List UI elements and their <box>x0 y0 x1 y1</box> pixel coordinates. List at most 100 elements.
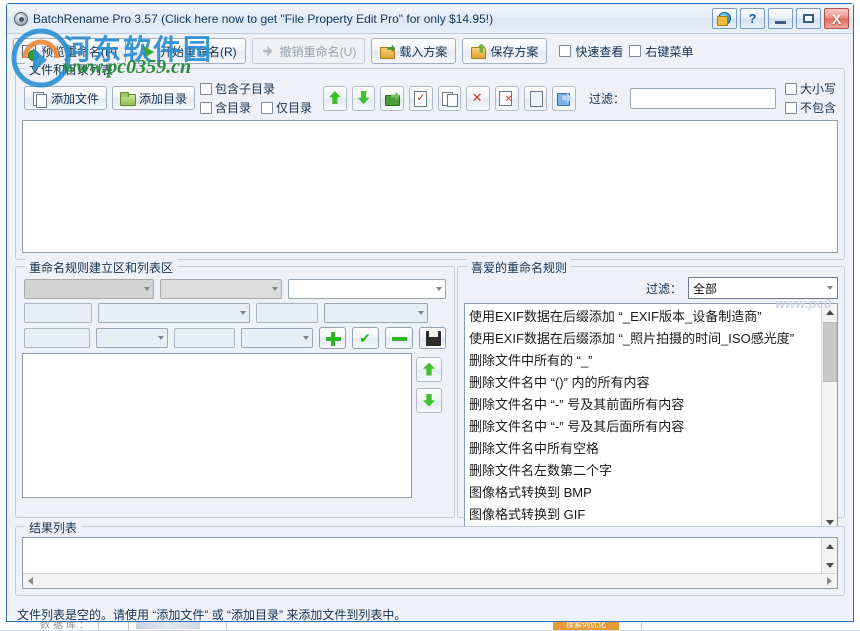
scrollbar-track[interactable] <box>822 320 838 514</box>
title-bar: BatchRename Pro 3.57 (Click here now to … <box>7 4 853 34</box>
add-file-button[interactable]: 添加文件 <box>24 86 107 110</box>
move-down-icon <box>357 91 371 105</box>
remove-button[interactable] <box>466 86 490 111</box>
chevron-down-icon <box>436 287 442 291</box>
help-button[interactable]: ? <box>740 8 765 29</box>
start-rename-button[interactable]: 开始重命名(R) <box>132 38 246 64</box>
globe-button[interactable] <box>712 8 737 29</box>
window-title: BatchRename Pro 3.57 (Click here now to … <box>33 12 493 26</box>
move-rule-up-button[interactable] <box>416 357 442 382</box>
favorite-rule-item[interactable]: 使用EXIF数据在后缀添加 “_EXIF版本_设备制造商” <box>469 306 821 328</box>
copy-button[interactable] <box>438 86 462 111</box>
exclude-checkbox[interactable]: 不包含 <box>785 99 836 116</box>
export-button[interactable] <box>552 86 576 111</box>
favorite-filter-row: 过滤： 全部 <box>464 277 838 303</box>
rule-field-b[interactable] <box>256 303 318 323</box>
scroll-up-button[interactable] <box>822 304 838 320</box>
file-filter-label: 过滤： <box>589 90 625 107</box>
select-all-button[interactable] <box>409 86 433 111</box>
save-scheme-button[interactable]: 保存方案 <box>462 38 547 64</box>
document-button[interactable] <box>524 86 548 111</box>
maximize-button[interactable] <box>796 8 821 29</box>
context-menu-checkbox[interactable]: 右键菜单 <box>629 43 693 60</box>
chevron-down-icon <box>303 336 309 340</box>
undo-rename-button[interactable]: 撤销重命名(U) <box>252 38 366 64</box>
checkbox-box <box>559 45 571 57</box>
favorite-rule-item[interactable]: 删除文件中所有的 “_” <box>469 350 821 372</box>
clear-list-button[interactable] <box>495 86 519 111</box>
only-dir-checkbox[interactable]: 仅目录 <box>261 99 312 116</box>
move-down-button[interactable] <box>352 86 376 111</box>
favorite-rule-item[interactable]: 删除文件名中 “-” 号及其前面所有内容 <box>469 394 821 416</box>
add-file-label: 添加文件 <box>51 90 99 107</box>
rule-field-a[interactable] <box>24 303 92 323</box>
favorite-rule-item[interactable]: 删除文件名中 “-” 号及其后面所有内容 <box>469 416 821 438</box>
favorite-rules-list[interactable]: 使用EXIF数据在后缀添加 “_EXIF版本_设备制造商”使用EXIF数据在后缀… <box>464 303 838 531</box>
favorite-rule-item[interactable]: 使用EXIF数据在后缀添加 “_照片拍摄的时间_ISO感光度” <box>469 328 821 350</box>
file-list-box[interactable] <box>22 120 838 253</box>
save-scheme-label: 保存方案 <box>490 43 538 60</box>
case-sensitive-checkbox[interactable]: 大小写 <box>785 80 836 97</box>
apply-rule-button[interactable] <box>352 327 379 349</box>
add-rule-button[interactable] <box>319 327 346 349</box>
rule-list-box[interactable] <box>22 353 412 498</box>
quick-view-checkbox[interactable]: 快速查看 <box>559 43 623 60</box>
main-toolbar: 预览重命名(P) 开始重命名(R) 撤销重命名(U) 载入方案 保存方案 快速查… <box>7 34 853 68</box>
rule-field-d[interactable] <box>174 328 234 348</box>
undo-rename-label: 撤销重命名(U) <box>280 43 357 60</box>
minimize-button[interactable] <box>768 8 793 29</box>
favorite-rule-item[interactable]: 删除文件名中 “()” 内的所有内容 <box>469 372 821 394</box>
rule-option-a-select[interactable] <box>98 303 250 323</box>
scroll-right-button[interactable] <box>822 574 837 588</box>
move-up-button[interactable] <box>323 86 347 111</box>
rule-type-select[interactable] <box>24 279 154 299</box>
rule-row-1 <box>24 279 446 299</box>
rule-value-select[interactable] <box>288 279 446 299</box>
include-dir-checkbox[interactable]: 含目录 <box>200 99 251 116</box>
move-rule-down-button[interactable] <box>416 388 442 413</box>
move-rule-down-icon <box>422 394 436 408</box>
favorite-rules-items: 使用EXIF数据在后缀添加 “_EXIF版本_设备制造商”使用EXIF数据在后缀… <box>465 304 821 530</box>
file-icon <box>32 91 47 106</box>
result-vscrollbar[interactable] <box>821 538 837 573</box>
close-button[interactable]: X <box>824 8 849 29</box>
favorite-rule-item[interactable]: 删除文件名中所有空格 <box>469 438 821 460</box>
open-folder-button[interactable] <box>380 86 404 111</box>
status-bar: 文件列表是空的。请使用 “添加文件” 或 “添加目录” 来添加文件到列表中。 <box>7 602 853 623</box>
scroll-up-button[interactable] <box>822 538 838 554</box>
rule-option-c-select[interactable] <box>96 328 168 348</box>
remove-rule-button[interactable] <box>385 327 412 349</box>
chevron-right-icon <box>827 577 832 585</box>
result-list-canvas[interactable] <box>23 538 821 573</box>
scroll-down-button[interactable] <box>822 557 838 573</box>
load-scheme-button[interactable]: 载入方案 <box>371 38 456 64</box>
application-window: BatchRename Pro 3.57 (Click here now to … <box>6 3 854 622</box>
include-dir-label: 含目录 <box>215 99 251 116</box>
rule-option-b-select[interactable] <box>324 303 428 323</box>
only-dir-label: 仅目录 <box>276 99 312 116</box>
rule-target-select[interactable] <box>160 279 282 299</box>
rule-field-c[interactable] <box>24 328 90 348</box>
result-list-box[interactable] <box>22 537 838 589</box>
favorite-rule-item[interactable]: 删除文件名左数第二个字 <box>469 460 821 482</box>
save-rule-button[interactable] <box>419 327 446 349</box>
include-subdir-checkbox[interactable]: 包含子目录 <box>200 80 275 97</box>
chevron-left-icon <box>28 577 33 585</box>
favorite-rule-item[interactable]: 图像格式转换到 GIF <box>469 504 821 526</box>
favorite-rule-item[interactable]: 图像格式转换到 BMP <box>469 482 821 504</box>
rule-option-d-select[interactable] <box>241 328 313 348</box>
file-list-legend: 文件和目录列表 <box>25 61 117 78</box>
add-folder-button[interactable]: 添加目录 <box>112 86 195 110</box>
globe-icon <box>718 12 731 25</box>
result-list-body <box>23 538 837 573</box>
favorite-rules-scrollbar[interactable] <box>821 304 837 530</box>
app-icon <box>13 11 29 27</box>
chevron-up-icon <box>826 544 834 549</box>
dir-options: 包含子目录 含目录 仅目录 <box>200 80 312 116</box>
save-icon <box>471 44 486 59</box>
scroll-left-button[interactable] <box>23 574 38 588</box>
favorite-filter-select[interactable]: 全部 <box>688 277 838 299</box>
file-filter-input[interactable] <box>630 88 776 109</box>
result-hscrollbar[interactable] <box>23 573 837 588</box>
scrollbar-thumb[interactable] <box>823 322 837 382</box>
